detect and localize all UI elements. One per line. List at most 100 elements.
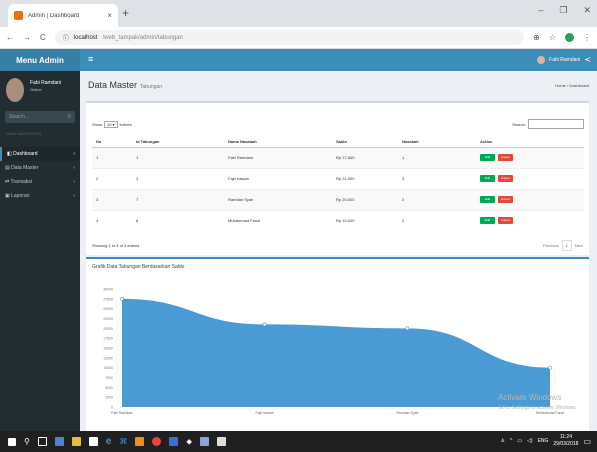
edit-button[interactable]: Edit xyxy=(480,217,495,225)
zoom-icon[interactable]: ⊕ xyxy=(533,33,540,42)
breadcrumb[interactable]: Home › Dashboard xyxy=(555,83,589,88)
data-point[interactable] xyxy=(262,322,267,327)
delete-button[interactable]: Hapus xyxy=(498,154,513,161)
close-tab-icon[interactable]: × xyxy=(107,11,112,20)
sidebar: Fabi Ramdani Online Search... ⚲ MAIN NAV… xyxy=(0,71,80,431)
header-user-menu[interactable]: Fabi Ramdani ≺ xyxy=(537,55,591,64)
notification-icon[interactable]: ▭ xyxy=(583,437,591,446)
sidebar-search-input[interactable]: Search... ⚲ xyxy=(5,111,75,123)
x-tick-label: Ramdan Syah xyxy=(396,411,418,415)
cell: 3 xyxy=(92,188,132,210)
minimize-icon[interactable]: – xyxy=(538,5,543,16)
next-page-button[interactable]: Next xyxy=(575,243,583,248)
task-view-icon[interactable] xyxy=(37,437,47,446)
column-header[interactable]: No xyxy=(92,136,132,148)
people-icon[interactable]: ♙ xyxy=(500,438,504,444)
start-icon[interactable] xyxy=(8,437,16,446)
profile-avatar[interactable] xyxy=(565,33,574,42)
volume-icon[interactable]: ◁) xyxy=(527,438,533,444)
delete-button[interactable]: Hapus xyxy=(498,175,513,182)
maximize-icon[interactable]: ❐ xyxy=(559,5,567,16)
content-wrapper: Data Master Tabungan Home › Dashboard Sho… xyxy=(80,71,597,431)
forward-icon[interactable]: → xyxy=(23,33,31,42)
store-icon[interactable] xyxy=(54,437,64,446)
reload-icon[interactable]: C xyxy=(40,33,46,42)
share-icon[interactable]: ≺ xyxy=(584,55,591,64)
sidebar-toggle-icon[interactable]: ≡ xyxy=(88,54,93,64)
action-cell: Edit Hapus xyxy=(476,146,584,168)
new-tab-icon[interactable]: + xyxy=(122,6,129,20)
header-avatar xyxy=(537,55,546,64)
column-header[interactable]: Saldo xyxy=(332,136,398,148)
cell: 3 xyxy=(398,167,476,189)
clock[interactable]: 11:24 29/03/2018 xyxy=(553,434,578,448)
chart-title: Grafik Data Tabungan Berdasarkan Saldo xyxy=(92,264,185,270)
close-window-icon[interactable]: ✕ xyxy=(583,5,591,16)
sidebar-item-transaksi[interactable]: ⇄ Transaksi ‹ xyxy=(0,175,80,189)
entries-label: entries xyxy=(119,122,132,127)
browser-menu-icon[interactable]: ⋮ xyxy=(583,33,591,42)
x-tick-label: Fabi Ramdani xyxy=(111,411,133,415)
cell: 1 xyxy=(92,146,132,168)
clock-time: 11:24 xyxy=(559,434,572,440)
prev-page-button[interactable]: Previous xyxy=(543,243,559,248)
column-header[interactable]: Nama Nasabah xyxy=(224,136,332,148)
tray-chevron-icon[interactable]: ^ xyxy=(510,438,512,444)
cell: Rp 10.000 xyxy=(332,209,398,231)
table-search-input[interactable] xyxy=(528,119,584,129)
chevron-icon: ‹ xyxy=(73,179,75,185)
mail-icon[interactable] xyxy=(88,437,98,446)
edge-icon[interactable]: e xyxy=(106,436,112,447)
chevron-icon: ‹ xyxy=(73,165,75,171)
favicon-icon xyxy=(14,11,23,20)
language-indicator[interactable]: ENG xyxy=(538,438,549,444)
y-tick-label: 7500 xyxy=(105,376,113,380)
app-logo[interactable]: Menu Admin xyxy=(0,49,80,71)
column-header[interactable]: Id Tabungan xyxy=(132,136,224,148)
terminal-icon[interactable] xyxy=(200,437,210,446)
bookmark-star-icon[interactable]: ☆ xyxy=(549,33,556,42)
photos-icon[interactable] xyxy=(217,437,227,446)
data-point[interactable] xyxy=(120,296,124,301)
y-tick-label: 2500 xyxy=(105,396,113,400)
cell: 2 xyxy=(92,167,132,189)
delete-button[interactable]: Hapus xyxy=(498,196,513,203)
sidebar-item-laporan[interactable]: ▣ Laporan ‹ xyxy=(0,189,80,203)
search-icon[interactable]: ⚲ xyxy=(24,437,30,446)
table-row: 2 3 Fajri Irawan Rp 21.000 3 Edit Hapus xyxy=(92,167,584,189)
back-icon[interactable]: ← xyxy=(6,33,14,42)
data-point[interactable] xyxy=(548,365,552,370)
cell: 4 xyxy=(92,209,132,231)
data-point[interactable] xyxy=(405,326,410,331)
y-tick-label: 10000 xyxy=(103,366,113,370)
browser-tabbar: Admin | Dashboard × + – ❐ ✕ xyxy=(0,0,597,27)
xampp-icon[interactable] xyxy=(169,437,179,446)
search-icon[interactable]: ⚲ xyxy=(67,114,71,120)
table-row: 1 1 Fabi Ramdani Rp 27.500 1 Edit Hapus xyxy=(92,146,584,168)
chrome-icon[interactable] xyxy=(152,437,162,446)
browser-tab[interactable]: Admin | Dashboard × xyxy=(8,4,118,27)
file-explorer-icon[interactable] xyxy=(71,437,81,446)
column-header[interactable]: Nasabah xyxy=(398,136,476,148)
user-panel: Fabi Ramdani Online xyxy=(6,78,76,106)
column-header[interactable]: Action xyxy=(476,136,584,148)
url-field[interactable]: ⓘ localhost/web_tampak/admin/tabungan xyxy=(54,30,525,45)
y-tick-label: 12500 xyxy=(103,356,113,360)
battery-icon[interactable]: ▭ xyxy=(517,438,522,444)
page-button[interactable]: 1 xyxy=(561,240,572,251)
entries-select[interactable]: 10 ▾ xyxy=(104,121,118,128)
delete-button[interactable]: Hapus xyxy=(498,217,513,225)
pagination: Previous 1 Next xyxy=(543,240,583,251)
edit-button[interactable]: Edit xyxy=(480,154,495,161)
sidebar-item-dashboard[interactable]: ◧ Dashboard ‹ xyxy=(0,147,80,161)
sidebar-search-placeholder: Search... xyxy=(9,114,30,120)
edit-button[interactable]: Edit xyxy=(480,175,495,182)
sublime-icon[interactable] xyxy=(135,437,145,446)
git-icon[interactable]: ⬥ xyxy=(186,437,192,447)
y-tick-label: 15000 xyxy=(103,347,113,351)
edit-button[interactable]: Edit xyxy=(480,196,495,203)
sidebar-item-data-master[interactable]: ▤ Data Master ‹ xyxy=(0,161,80,175)
address-bar: ← → C ⓘ localhost/web_tampak/admin/tabun… xyxy=(0,27,597,49)
media-icon[interactable]: ⌘ xyxy=(119,437,127,446)
area-series xyxy=(122,298,550,407)
